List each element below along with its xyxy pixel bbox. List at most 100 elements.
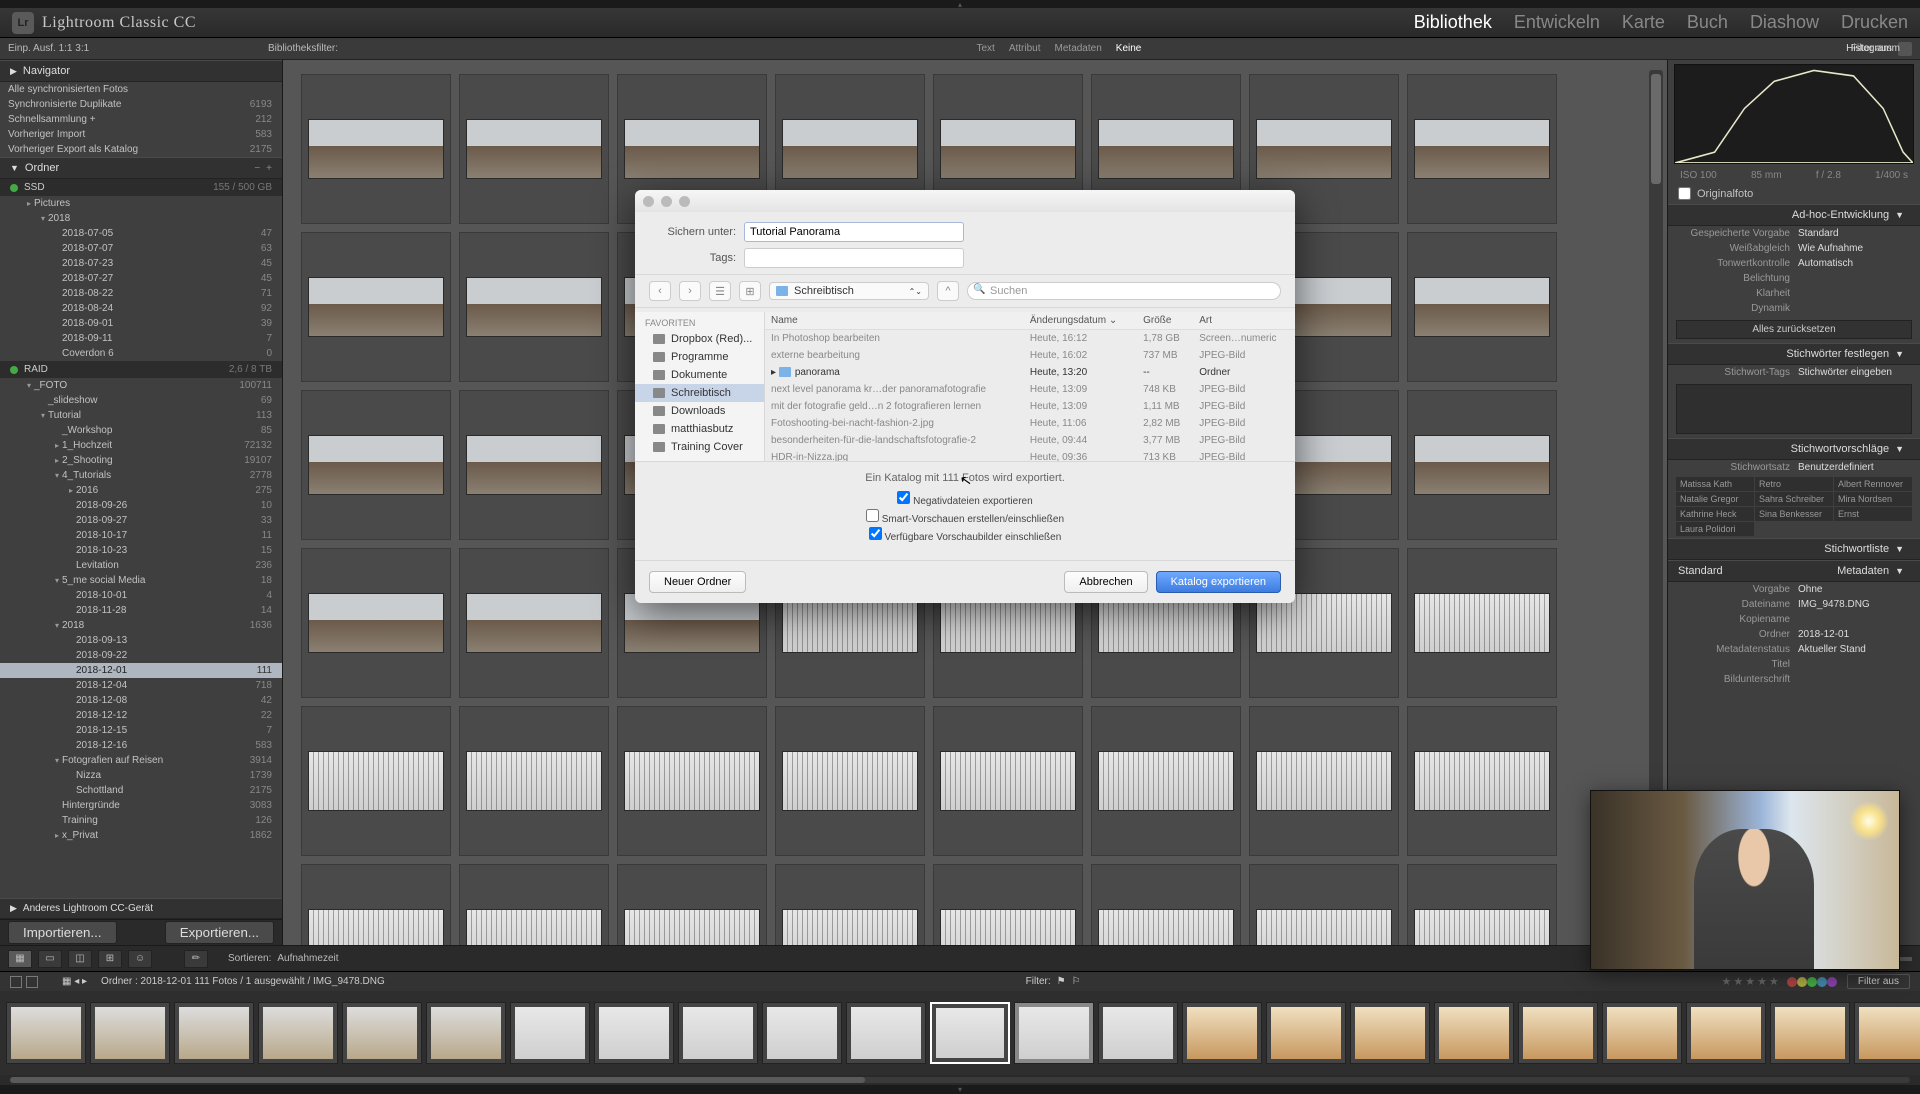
- opt-smart-previews[interactable]: Smart-Vorschauen erstellen/einschließen: [649, 508, 1281, 526]
- finder-sidebar-item[interactable]: Dropbox (Red)...: [635, 330, 764, 348]
- tags-input[interactable]: [744, 248, 964, 268]
- keyword-suggestion[interactable]: Mira Nordsen: [1834, 492, 1912, 506]
- filter-text[interactable]: Text: [976, 43, 994, 54]
- adhoc-row[interactable]: Klarheit: [1668, 286, 1920, 301]
- metadata-header[interactable]: StandardMetadaten▼: [1668, 560, 1920, 582]
- bottom-handle[interactable]: [0, 1085, 1920, 1093]
- grid-nav-icon[interactable]: ▦ ◂ ▸: [62, 976, 87, 987]
- folder-item[interactable]: Schottland2175: [0, 783, 282, 798]
- metadata-row[interactable]: VorgabeOhne: [1668, 582, 1920, 597]
- rating-star[interactable]: ★: [1745, 975, 1755, 988]
- metadata-preset[interactable]: Standard: [1678, 565, 1723, 577]
- keyword-suggestion[interactable]: Natalie Gregor: [1676, 492, 1754, 506]
- module-slideshow[interactable]: Diashow: [1750, 12, 1819, 33]
- folder-item[interactable]: 2018-12-157: [0, 723, 282, 738]
- rating-star[interactable]: ★: [1722, 975, 1732, 988]
- folder-plus-icon[interactable]: +: [266, 163, 272, 174]
- filmstrip-thumbnail[interactable]: [1602, 1002, 1682, 1064]
- adhoc-row[interactable]: Dynamik: [1668, 301, 1920, 316]
- thumbnail[interactable]: [301, 706, 451, 856]
- keywords-header[interactable]: Stichwörter festlegen▼: [1668, 343, 1920, 365]
- folder-item[interactable]: ▾4_Tutorials2778: [0, 468, 282, 483]
- nav-back-icon[interactable]: ‹: [649, 281, 671, 301]
- catalog-item[interactable]: Vorheriger Export als Katalog2175: [0, 142, 282, 157]
- dialog-titlebar[interactable]: [635, 190, 1295, 212]
- navigator-sizes[interactable]: Einp. Ausf. 1:1 3:1: [8, 43, 89, 54]
- kw-list-header[interactable]: Stichwortliste▼: [1668, 538, 1920, 560]
- opt-negatives[interactable]: Negativdateien exportieren: [649, 490, 1281, 508]
- col-kind[interactable]: Art: [1193, 312, 1295, 330]
- primary-display-icon[interactable]: [26, 976, 38, 988]
- finder-sidebar-item[interactable]: Training Cover: [635, 438, 764, 456]
- folder-item[interactable]: ▸2016275: [0, 483, 282, 498]
- kw-tags-value[interactable]: Stichwörter eingeben: [1798, 367, 1910, 378]
- kw-set-value[interactable]: Benutzerdefiniert: [1798, 462, 1910, 473]
- thumbnail[interactable]: [933, 864, 1083, 945]
- thumbnail[interactable]: [1407, 74, 1557, 224]
- folder-minus-icon[interactable]: −: [254, 163, 260, 174]
- module-library[interactable]: Bibliothek: [1414, 12, 1492, 33]
- zoom-icon[interactable]: [679, 196, 690, 207]
- thumbnail[interactable]: [1249, 864, 1399, 945]
- catalog-item[interactable]: Alle synchronisierten Fotos: [0, 82, 282, 97]
- rating-star[interactable]: ★: [1757, 975, 1767, 988]
- file-row[interactable]: ▸ panoramaHeute, 13:20--Ordner: [765, 364, 1295, 381]
- filter-lock-icon[interactable]: [1898, 42, 1912, 56]
- top-handle[interactable]: [0, 0, 1920, 8]
- keyword-suggestion[interactable]: Matissa Kath: [1676, 477, 1754, 491]
- thumbnail[interactable]: [775, 706, 925, 856]
- folder-item[interactable]: ▸2_Shooting19107: [0, 453, 282, 468]
- folder-item[interactable]: 2018-09-117: [0, 331, 282, 346]
- folder-item[interactable]: 2018-07-0763: [0, 241, 282, 256]
- folder-item[interactable]: 2018-11-2814: [0, 603, 282, 618]
- adhoc-row[interactable]: WeißabgleichWie Aufnahme: [1668, 241, 1920, 256]
- close-icon[interactable]: [643, 196, 654, 207]
- finder-sidebar-item[interactable]: matthiasbutz: [635, 420, 764, 438]
- folder-item[interactable]: ▸x_Privat1862: [0, 828, 282, 843]
- folders-header[interactable]: ▼ Ordner −+: [0, 157, 282, 179]
- folder-item[interactable]: 2018-12-16583: [0, 738, 282, 753]
- thumbnail[interactable]: [1091, 706, 1241, 856]
- rating-star[interactable]: ★: [1769, 975, 1779, 988]
- thumbnail[interactable]: [1091, 864, 1241, 945]
- metadata-row[interactable]: Titel: [1668, 657, 1920, 672]
- adhoc-row[interactable]: TonwertkontrolleAutomatisch: [1668, 256, 1920, 271]
- metadata-row[interactable]: DateinameIMG_9478.DNG: [1668, 597, 1920, 612]
- status-filter-preset[interactable]: Filter aus: [1847, 974, 1910, 989]
- folder-item[interactable]: ▾5_me social Media18: [0, 573, 282, 588]
- filmstrip-thumbnail[interactable]: [258, 1002, 338, 1064]
- folder-item[interactable]: Training126: [0, 813, 282, 828]
- thumbnail[interactable]: [933, 706, 1083, 856]
- filmstrip-thumbnail[interactable]: [1098, 1002, 1178, 1064]
- label-yellow[interactable]: [1797, 977, 1807, 987]
- filter-attribute[interactable]: Attribut: [1009, 43, 1041, 54]
- adhoc-row[interactable]: Gespeicherte VorgabeStandard: [1668, 226, 1920, 241]
- keyword-suggestion[interactable]: Albert Rennover: [1834, 477, 1912, 491]
- filmstrip-thumbnail[interactable]: [1434, 1002, 1514, 1064]
- thumbnail[interactable]: [1407, 548, 1557, 698]
- new-folder-button[interactable]: Neuer Ordner: [649, 571, 746, 593]
- rating-star[interactable]: ★: [1733, 975, 1743, 988]
- thumbnail[interactable]: [1407, 706, 1557, 856]
- filmstrip-thumbnail[interactable]: [1350, 1002, 1430, 1064]
- filmstrip-thumbnail[interactable]: [1266, 1002, 1346, 1064]
- label-blue[interactable]: [1817, 977, 1827, 987]
- thumbnail[interactable]: [459, 548, 609, 698]
- keyword-suggestion[interactable]: Laura Polidori: [1676, 522, 1754, 536]
- location-select[interactable]: Schreibtisch ⌃⌄: [769, 282, 929, 300]
- filmstrip-thumbnail[interactable]: [510, 1002, 590, 1064]
- folder-item[interactable]: 2018-10-014: [0, 588, 282, 603]
- filmstrip-thumbnail[interactable]: [426, 1002, 506, 1064]
- keyword-suggestion[interactable]: Sina Benkesser: [1755, 507, 1833, 521]
- finder-sidebar-item[interactable]: Downloads: [635, 402, 764, 420]
- minimize-icon[interactable]: [661, 196, 672, 207]
- folder-item[interactable]: ▾Tutorial113: [0, 408, 282, 423]
- filmstrip-thumbnail[interactable]: [1770, 1002, 1850, 1064]
- thumbnail[interactable]: [1407, 390, 1557, 540]
- catalog-item[interactable]: Vorheriger Import583: [0, 127, 282, 142]
- file-list[interactable]: Name Änderungsdatum ⌄ Größe Art In Photo…: [765, 312, 1295, 461]
- keyword-suggestion[interactable]: Retro: [1755, 477, 1833, 491]
- nav-forward-icon[interactable]: ›: [679, 281, 701, 301]
- folder-item[interactable]: 2018-09-2610: [0, 498, 282, 513]
- painter-icon[interactable]: ✏: [184, 950, 208, 968]
